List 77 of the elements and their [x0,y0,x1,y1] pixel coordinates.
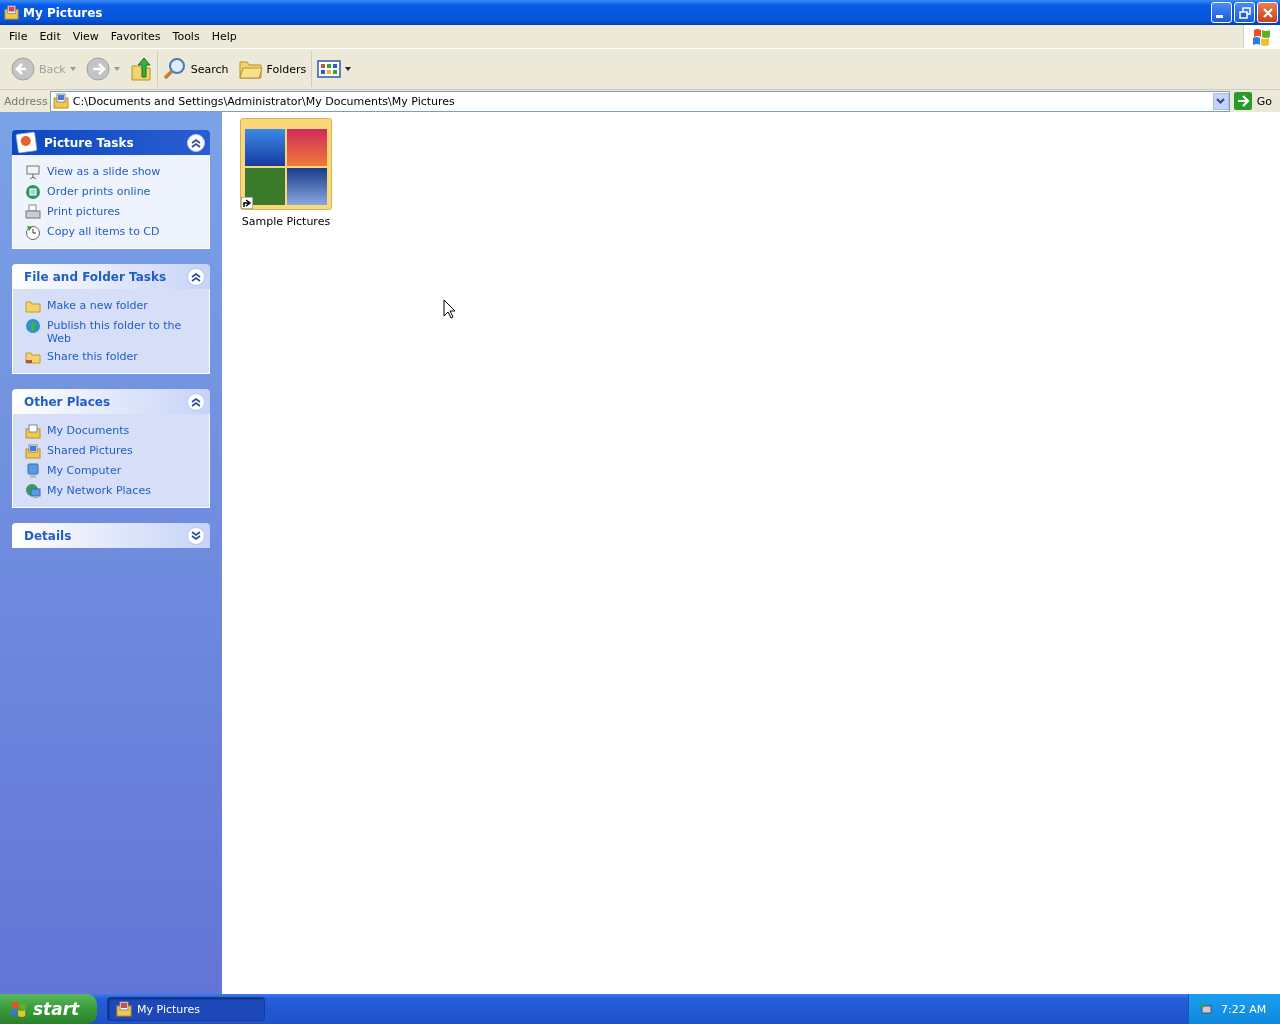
task-link[interactable]: My Computer [47,463,122,477]
photo-placeholder [245,168,285,205]
dropdown-caret-icon [69,67,76,71]
file-label[interactable]: Sample Pictures [241,215,331,228]
panel-header[interactable]: Picture Tasks [12,130,210,155]
thumbnail-grid-icon [317,60,342,78]
address-field[interactable]: C:\Documents and Settings\Administrator\My Documents\My Pictures [49,90,1230,112]
photo-placeholder [287,129,327,166]
panel-header[interactable]: File and Folder Tasks [12,264,210,289]
task-link[interactable]: View as a slide show [47,164,161,178]
network-globe-icon [25,483,41,499]
address-dropdown-button[interactable] [1212,92,1229,110]
task-link[interactable]: My Documents [47,423,130,437]
panel-title: Other Places [24,394,112,409]
task-link[interactable]: Order prints online [47,184,151,198]
close-icon [1261,6,1274,19]
folder-up-arrow-icon [129,57,152,81]
dropdown-caret-icon [345,67,352,71]
clock: 7:22 AM [1221,1002,1267,1016]
panel-title: Picture Tasks [44,135,135,150]
search-button[interactable]: Search [157,51,234,87]
panel-title: Details [24,528,73,543]
folder-thumbnail[interactable] [240,118,332,210]
folders-button[interactable]: Folders [233,51,313,87]
menu-item[interactable]: Edit [33,30,67,43]
pictures-folder-icon [52,93,69,109]
collapse-chevron-icon[interactable] [187,267,205,286]
task-link[interactable]: Publish this folder to the Web [47,318,199,345]
photo-placeholder [287,168,327,205]
printer-icon [25,204,41,220]
panel-header[interactable]: Details [12,523,210,548]
pictures-folder-icon [4,5,19,20]
folder-icon [238,58,263,80]
menu-item[interactable]: Help [205,30,243,43]
menu-item[interactable]: File [3,30,34,43]
address-label: Address [4,94,48,108]
folder-document-icon [25,423,41,439]
task-link[interactable]: Share this folder [47,349,138,363]
restore-icon [1238,6,1251,19]
panel-title: File and Folder Tasks [24,269,168,284]
task-link[interactable]: Copy all items to CD [47,224,160,238]
task-link[interactable]: Print pictures [47,204,120,218]
start-button[interactable]: start [0,994,97,1024]
close-button[interactable] [1257,2,1278,23]
windows-flag-icon [10,1001,28,1017]
expand-chevron-icon[interactable] [187,526,205,545]
tray-device-icon [1199,1002,1213,1016]
chevron-down-icon [1216,98,1226,104]
go-button[interactable]: Go [1231,92,1278,110]
right-arrow-icon [1233,92,1252,110]
menu-item[interactable]: Favorites [104,30,167,43]
mouse-cursor-icon [443,299,455,319]
taskbar-button[interactable]: My Pictures [107,997,265,1021]
menu-item[interactable]: Tools [166,30,206,43]
minimize-icon [1216,14,1223,18]
panel-header[interactable]: Other Places [12,389,210,414]
cd-clock-icon [25,224,41,240]
computer-icon [25,463,41,479]
folder-icon [25,298,41,314]
menu-item[interactable]: View [66,30,105,43]
globe-icon [25,184,41,200]
task-link[interactable]: Shared Pictures [47,443,133,457]
windows-flag-icon [1252,27,1272,46]
restore-button[interactable] [1234,2,1255,23]
collapse-chevron-icon[interactable] [187,133,205,152]
search-icon [162,57,187,81]
minimize-button[interactable] [1211,2,1232,23]
pictures-folder-icon [116,1001,132,1017]
folder-document-icon [25,443,41,459]
dropdown-caret-icon [113,67,120,71]
folder-icon [25,349,41,365]
projector-screen-icon [25,164,41,180]
task-link[interactable]: Make a new folder [47,298,148,312]
window-title: My Pictures [23,5,104,20]
task-link[interactable]: My Network Places [47,483,151,497]
photo-placeholder [245,129,285,166]
collapse-chevron-icon[interactable] [187,392,205,411]
